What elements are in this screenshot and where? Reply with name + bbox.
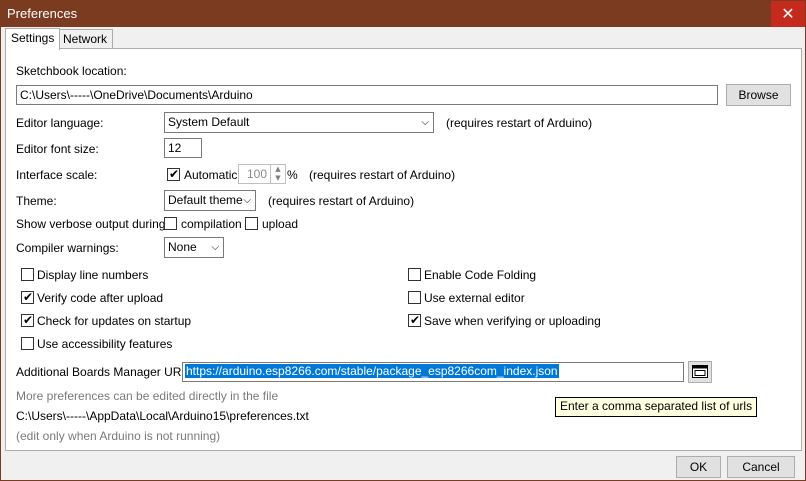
theme-value: Default theme: [168, 193, 243, 207]
sketchbook-label: Sketchbook location:: [16, 64, 127, 78]
verbose-upload-checkbox[interactable]: [245, 217, 258, 230]
font-size-input[interactable]: 12: [164, 138, 202, 158]
theme-note: (requires restart of Arduino): [268, 194, 415, 208]
verbose-label: Show verbose output during:: [16, 217, 169, 231]
more-prefs-hint: More preferences can be edited directly …: [16, 389, 279, 403]
close-button[interactable]: ✕: [771, 1, 805, 27]
urls-tooltip: Enter a comma separated list of urls: [555, 397, 758, 417]
boards-manager-url-input[interactable]: https://arduino.esp8266.com/stable/packa…: [182, 362, 684, 382]
title-bar: Preferences ✕: [1, 1, 805, 27]
preferences-file-path[interactable]: C:\Users\-----\AppData\Local\Arduino15\p…: [16, 409, 309, 423]
compiler-warnings-value: None: [168, 240, 197, 254]
verify-after-upload-checkbox[interactable]: ✔: [21, 290, 34, 304]
theme-label: Theme:: [16, 194, 57, 208]
editor-language-label: Editor language:: [16, 116, 104, 130]
preferences-window: Preferences ✕ Settings Network Sketchboo…: [0, 0, 806, 481]
boards-manager-label: Additional Boards Manager URLs:: [16, 365, 198, 379]
url-list-editor-button[interactable]: [688, 361, 712, 383]
ok-button[interactable]: OK: [676, 456, 721, 478]
external-editor-label: Use external editor: [424, 291, 525, 305]
display-line-numbers-label: Display line numbers: [37, 268, 149, 282]
font-size-label: Editor font size:: [16, 142, 99, 156]
interface-scale-label: Interface scale:: [16, 168, 98, 182]
checkmark-icon: ✔: [169, 167, 180, 181]
cancel-button[interactable]: Cancel: [727, 456, 795, 478]
accessibility-label: Use accessibility features: [37, 337, 173, 351]
compiler-warnings-select[interactable]: None ⌵: [164, 237, 224, 258]
more-prefs-note: (edit only when Arduino is not running): [16, 429, 221, 443]
chevron-down-icon: ⌵: [243, 195, 251, 206]
verbose-compilation-checkbox[interactable]: [164, 217, 177, 230]
automatic-scale-label: Automatic: [184, 168, 238, 182]
sketchbook-path-input[interactable]: C:\Users\-----\OneDrive\Documents\Arduin…: [16, 85, 718, 105]
save-on-verify-checkbox[interactable]: ✔: [408, 313, 421, 327]
spinner-arrows-icon[interactable]: ▲ ▼: [270, 165, 285, 183]
compiler-warnings-label: Compiler warnings:: [16, 241, 119, 255]
interface-scale-value: 100: [246, 167, 267, 181]
window-icon: [692, 365, 708, 378]
chevron-down-icon: ⌵: [211, 242, 219, 253]
check-updates-label: Check for updates on startup: [37, 314, 192, 328]
browse-button[interactable]: Browse: [726, 84, 791, 106]
theme-select[interactable]: Default theme ⌵: [164, 190, 256, 211]
verify-after-upload-label: Verify code after upload: [37, 291, 164, 305]
code-folding-label: Enable Code Folding: [424, 268, 537, 282]
tab-network[interactable]: Network: [57, 29, 114, 49]
checkmark-icon: ✔: [23, 313, 34, 327]
close-icon: ✕: [781, 4, 795, 23]
verbose-compilation-label: compilation: [181, 217, 242, 231]
window-title: Preferences: [7, 6, 78, 21]
editor-language-note: (requires restart of Arduino): [446, 116, 593, 130]
external-editor-checkbox[interactable]: [408, 291, 421, 304]
tab-settings[interactable]: Settings: [5, 28, 61, 50]
accessibility-checkbox[interactable]: [21, 337, 34, 350]
dialog-footer: OK Cancel: [1, 453, 805, 480]
save-on-verify-label: Save when verifying or uploading: [424, 314, 601, 328]
editor-language-select[interactable]: System Default ⌵: [164, 112, 434, 133]
settings-panel: Sketchbook location: C:\Users\-----\OneD…: [5, 48, 802, 451]
automatic-scale-checkbox[interactable]: ✔: [167, 167, 180, 181]
check-updates-checkbox[interactable]: ✔: [21, 313, 34, 327]
code-folding-checkbox[interactable]: [408, 268, 421, 281]
boards-manager-url-text: https://arduino.esp8266.com/stable/packa…: [185, 364, 559, 378]
verbose-upload-label: upload: [262, 217, 299, 231]
percent-label: %: [287, 168, 298, 182]
checkmark-icon: ✔: [23, 290, 34, 304]
interface-scale-note: (requires restart of Arduino): [309, 168, 456, 182]
interface-scale-spinner[interactable]: 100 ▲ ▼: [238, 164, 286, 184]
chevron-down-icon: ⌵: [421, 117, 429, 128]
editor-language-value: System Default: [168, 115, 250, 129]
checkmark-icon: ✔: [410, 313, 421, 327]
display-line-numbers-checkbox[interactable]: [21, 268, 34, 281]
